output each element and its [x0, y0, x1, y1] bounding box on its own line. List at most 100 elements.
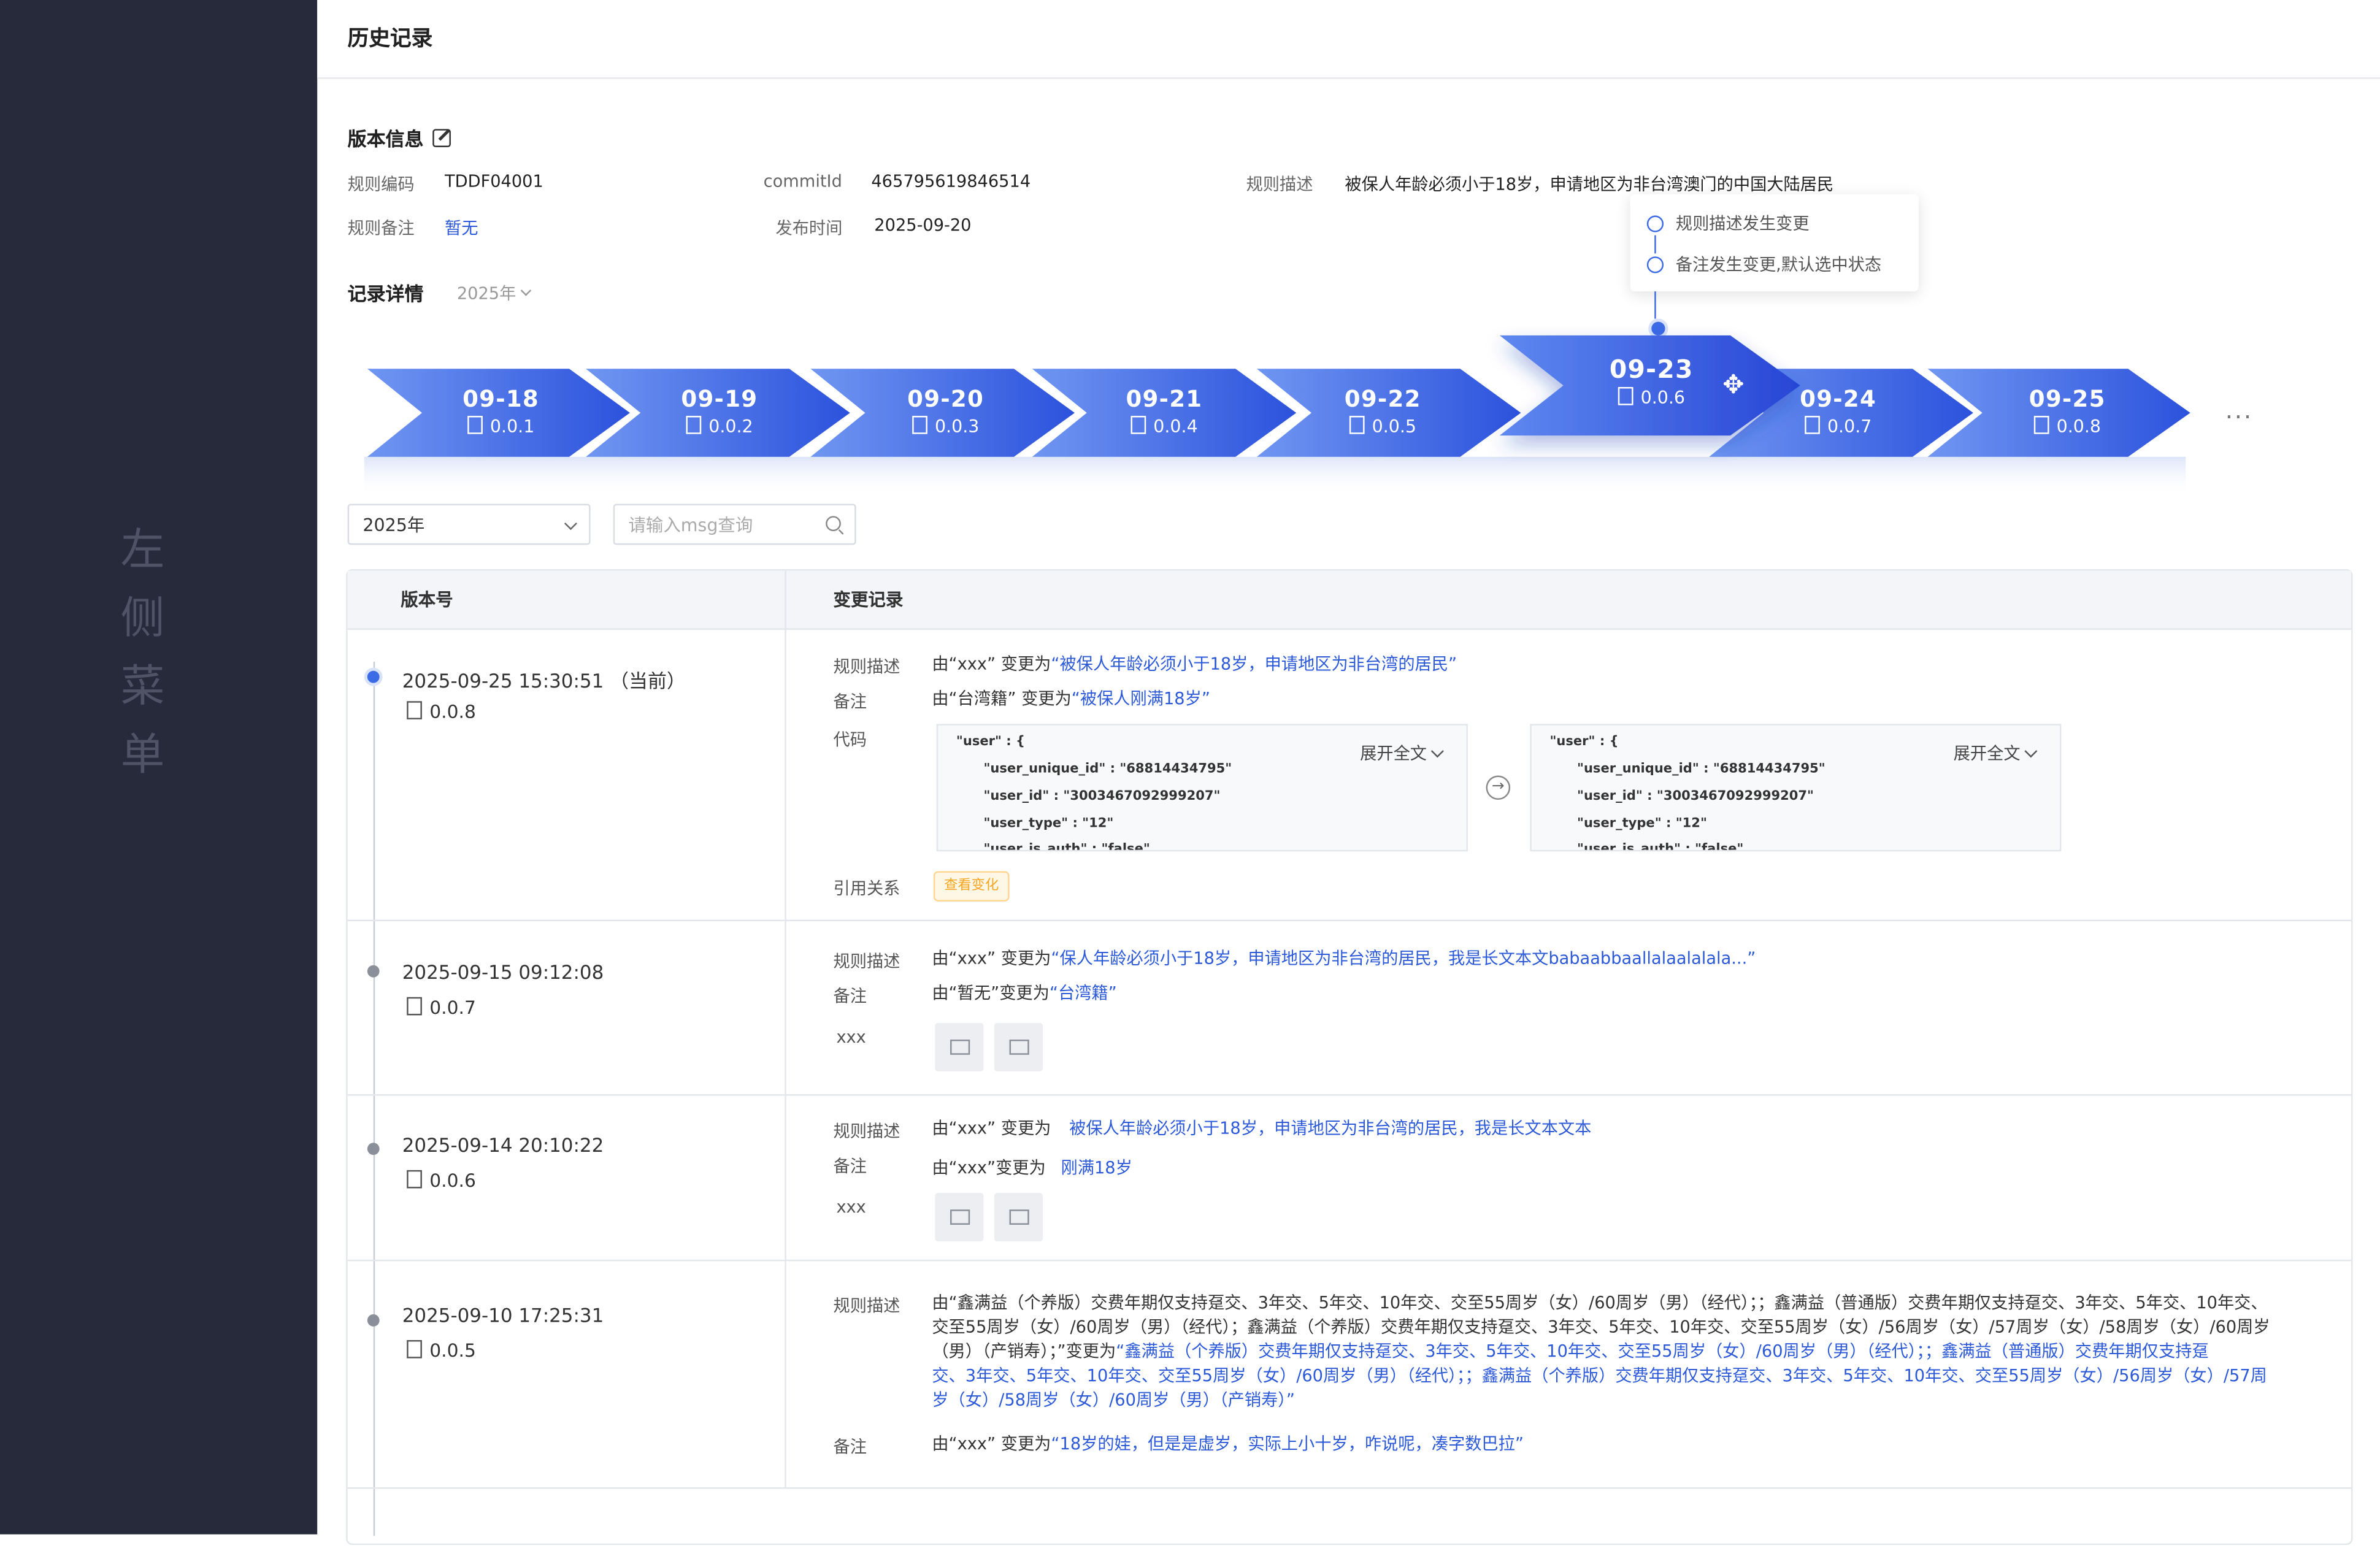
- record-year-dropdown[interactable]: 2025年: [457, 281, 532, 305]
- publish-time-value: 2025-09-20: [874, 215, 972, 236]
- column-header-changes: 变更记录: [833, 589, 904, 610]
- chevron-label: 09-18 0.0.1: [440, 386, 562, 437]
- chevron-label: 09-19 0.0.2: [659, 386, 780, 437]
- commit-id-label: commitId: [763, 171, 842, 191]
- left-sidebar: 左 侧 菜 单: [0, 0, 318, 1535]
- version-icon: [1349, 416, 1365, 434]
- change-label: 引用关系: [833, 878, 900, 899]
- column-header-version: 版本号: [401, 589, 453, 610]
- popup-option-label: 规则描述发生变更: [1675, 213, 1810, 234]
- rule-code-label: 规则编码: [347, 174, 415, 194]
- version-icon: [407, 1170, 422, 1189]
- msg-search-input[interactable]: 请输入msg查询: [613, 504, 856, 545]
- sidebar-title-char: 侧: [120, 592, 165, 644]
- chevron-date: 09-18: [463, 385, 540, 413]
- chevron-version: 0.0.7: [1827, 416, 1872, 437]
- change-text: 由“xxx”变更为 刚满18岁: [932, 1157, 1132, 1181]
- image-icon: [1009, 1209, 1029, 1225]
- change-prefix: （男）（产销寿）；”变更为: [932, 1341, 1116, 1362]
- drag-move-icon[interactable]: ✥: [1720, 372, 1748, 399]
- expand-full-button[interactable]: 展开全文: [1360, 741, 1444, 765]
- image-icon: [950, 1209, 970, 1225]
- change-text: 由“暂无”变更为“台湾籍”: [932, 982, 1116, 1006]
- change-prefix: 由“xxx” 变更为: [932, 1118, 1051, 1138]
- change-prefix: 由“xxx” 变更为: [932, 948, 1051, 968]
- chevron-label: 09-25 0.0.8: [2006, 386, 2128, 437]
- image-thumbnail[interactable]: [935, 1022, 984, 1071]
- more-icon[interactable]: ···: [2225, 402, 2253, 431]
- change-new-value: “18岁的娃，但是是虚岁，实际上小十岁，咋说呢，凑字数巴拉”: [1051, 1434, 1524, 1454]
- code-line: "user_is_auth" : "false": [983, 842, 1150, 852]
- page-header: 历史记录: [317, 0, 2380, 79]
- change-text: 由“xxx” 变更为“保人年龄必须小于18岁，申请地区为非台湾的居民，我是长文本…: [932, 947, 1756, 971]
- row-divider: [347, 1259, 2352, 1262]
- view-changes-tag[interactable]: 查看变化: [933, 871, 1010, 902]
- chevron-version: 0.0.4: [1153, 416, 1198, 437]
- image-icon: [1009, 1040, 1029, 1055]
- code-after-panel: "user" : { "user_unique_id" : "688144347…: [1530, 724, 2062, 852]
- row-version: 0.0.5: [429, 1339, 476, 1362]
- version-timeline: [364, 335, 2190, 497]
- change-new-value: 交、3年交、5年交、10年交、交至55周岁（女）/60周岁（男）（经代）；；鑫满…: [932, 1366, 2267, 1386]
- expand-full-button[interactable]: 展开全文: [1954, 741, 2038, 765]
- change-prefix: 由“台湾籍” 变更为: [932, 689, 1072, 709]
- version-icon: [407, 701, 422, 719]
- image-icon: [950, 1040, 970, 1055]
- row-time: 2025-09-14 20:10:22: [402, 1133, 604, 1157]
- chevron-date: 09-20: [907, 385, 985, 413]
- popup-option-remark-change[interactable]: 备注发生变更,默认选中状态: [1646, 252, 1881, 277]
- change-text: 由“鑫满益（个养版）交费年期仅支持趸交、3年交、5年交、10年交、交至55周岁（…: [932, 1292, 2270, 1413]
- change-new-value: “被保人年龄必须小于18岁，申请地区为非台湾的居民”: [1051, 654, 1457, 674]
- commit-id-value: 465795619846514: [871, 171, 1031, 191]
- history-dot: [367, 1143, 380, 1155]
- page-title: 历史记录: [347, 27, 433, 52]
- popup-option-desc-change[interactable]: 规则描述发生变更: [1646, 211, 1810, 236]
- version-icon: [912, 416, 927, 434]
- change-label: 备注: [833, 1156, 867, 1176]
- attachment-label: xxx: [836, 1027, 866, 1048]
- chevron-label: 09-21 0.0.4: [1104, 386, 1225, 437]
- change-new-value: “被保人刚满18岁”: [1071, 689, 1210, 709]
- search-icon[interactable]: [826, 516, 841, 532]
- row-version: 0.0.7: [429, 997, 476, 1019]
- change-label: 代码: [833, 730, 867, 750]
- remark-label: 规则备注: [347, 218, 415, 239]
- record-detail-title: 记录详情: [347, 282, 424, 305]
- row-time: 2025-09-25 15:30:51 （当前）: [402, 669, 686, 692]
- code-line: "user_is_auth" : "false": [1577, 842, 1744, 852]
- version-icon: [407, 1339, 422, 1358]
- change-prefix: 由“xxx” 变更为: [932, 1434, 1051, 1454]
- change-text: 由“台湾籍” 变更为“被保人刚满18岁”: [932, 688, 1210, 712]
- rule-desc-label: 规则描述: [1246, 174, 1313, 194]
- change-text-line: 交至55周岁（女）/60周岁（男）（经代）；鑫满益（个养版）交费年期仅支持趸交、…: [932, 1317, 2270, 1338]
- image-thumbnail[interactable]: [994, 1192, 1043, 1242]
- row-version: 0.0.8: [429, 701, 476, 722]
- row-time: 2025-09-10 17:25:31: [402, 1303, 604, 1327]
- version-icon: [1130, 416, 1146, 434]
- change-text-line: 由“鑫满益（个养版）交费年期仅支持趸交、3年交、5年交、10年交、交至55周岁（…: [932, 1293, 2268, 1313]
- chevron-date: 09-22: [1344, 385, 1421, 413]
- chevron-version: 0.0.2: [708, 416, 753, 437]
- chevron-date: 09-19: [681, 385, 758, 413]
- attachment-label: xxx: [836, 1197, 866, 1217]
- code-line: "user_id" : "3003467092999207": [1577, 789, 1814, 805]
- sidebar-title: 左 侧 菜 单: [118, 516, 167, 789]
- image-thumbnail[interactable]: [935, 1192, 984, 1242]
- change-new-value: 刚满18岁: [1061, 1158, 1132, 1178]
- version-info-title-text: 版本信息: [347, 127, 424, 150]
- code-line: "user_id" : "3003467092999207": [983, 789, 1221, 805]
- version-icon: [2033, 416, 2049, 434]
- history-table: 版本号 变更记录 2025-09-25 15:30:51 （当前） 0.0.8 …: [346, 569, 2353, 1546]
- row-divider: [347, 1487, 2352, 1489]
- change-new-value: 岁（女）/58周岁（女）/60周岁（男）（产销寿）”: [932, 1390, 1296, 1410]
- code-line: "user_unique_id" : "68814434795": [983, 762, 1232, 777]
- image-thumbnail[interactable]: [994, 1022, 1043, 1071]
- chevron-date: 09-24: [1800, 385, 1877, 413]
- page: 左 侧 菜 单 历史记录 版本信息 规则编码 TDDF04001 commitI…: [0, 0, 2380, 1548]
- code-line: "user" : {: [956, 734, 1026, 750]
- year-select[interactable]: 2025年: [347, 504, 591, 545]
- change-label: 备注: [833, 986, 867, 1006]
- edit-icon[interactable]: [432, 129, 451, 148]
- remark-value[interactable]: 暂无: [445, 215, 478, 240]
- radio-ring-icon: [1646, 256, 1664, 274]
